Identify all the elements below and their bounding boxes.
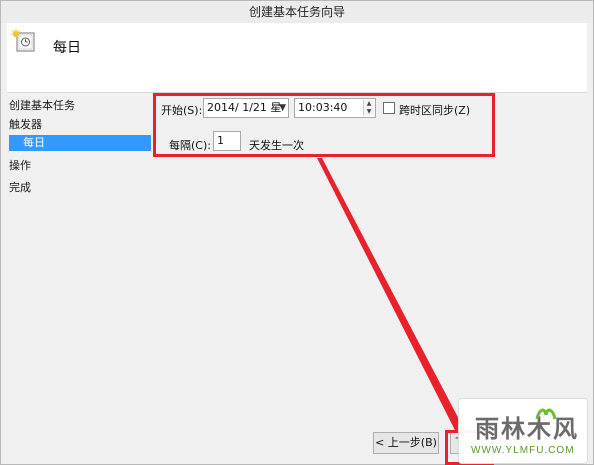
back-button[interactable]: < 上一步(B) bbox=[373, 432, 439, 454]
window-title: 创建基本任务向导 bbox=[1, 1, 593, 23]
site-watermark-logo: 雨林木风 WWW.YLMFU.COM bbox=[458, 398, 588, 464]
watermark-url: WWW.YLMFU.COM bbox=[471, 445, 575, 456]
wizard-window: 创建基本任务向导 每日 创建基本任务 触发器 每日 操作 完成 bbox=[0, 0, 594, 465]
highlight-box-settings bbox=[153, 93, 495, 157]
nav-step-action[interactable]: 操作 bbox=[9, 157, 31, 173]
task-clock-icon bbox=[11, 29, 35, 52]
watermark-text: 雨林木风 bbox=[475, 415, 579, 443]
nav-step-create-basic-task[interactable]: 创建基本任务 bbox=[9, 97, 75, 113]
nav-step-daily[interactable]: 每日 bbox=[9, 135, 151, 151]
nav-step-finish[interactable]: 完成 bbox=[9, 179, 31, 195]
wizard-steps-nav: 创建基本任务 触发器 每日 操作 完成 bbox=[7, 93, 151, 433]
wizard-header: 每日 bbox=[7, 23, 587, 93]
leaf-icon bbox=[535, 408, 557, 420]
page-title: 每日 bbox=[53, 40, 81, 56]
nav-step-trigger[interactable]: 触发器 bbox=[9, 116, 42, 132]
